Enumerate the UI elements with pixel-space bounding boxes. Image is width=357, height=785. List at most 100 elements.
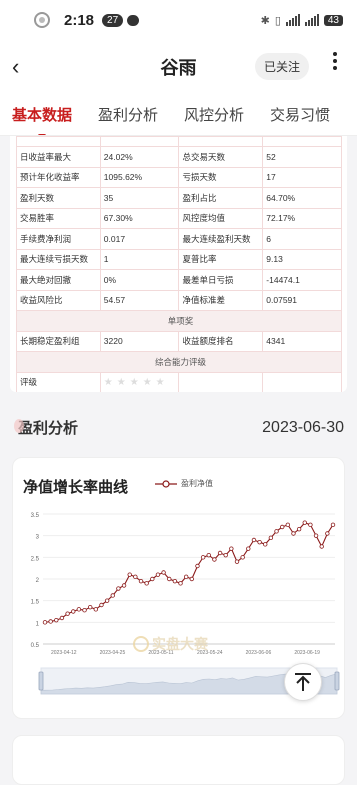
data-point (42, 620, 48, 625)
stats-card: 日收益率最大 24.02% 总交易天数 52 预计年化收益率 1095.62% 亏损天数 1… (10, 136, 347, 392)
arrow-up-icon (295, 673, 311, 691)
data-point (155, 572, 161, 577)
tab-bar: 基本数据 盈利分析 风控分析 交易习惯 (0, 94, 357, 136)
tab-basic-data[interactable]: 基本数据 (12, 104, 72, 135)
data-point (127, 572, 132, 577)
data-point (268, 535, 274, 541)
legend-label: 盈利净值 (181, 479, 213, 488)
data-point (325, 531, 330, 536)
watermark-logo-icon (133, 636, 149, 652)
data-point (172, 578, 178, 584)
x-tick-label: 2023-06-06 (246, 650, 272, 656)
table-row: 盈利天数 35 盈利占比 64.70% (16, 187, 342, 209)
data-point (65, 611, 70, 616)
stats-table: 日收益率最大 24.02% 总交易天数 52 预计年化收益率 1095.62% 亏损天数 1… (16, 136, 342, 392)
record-icon (34, 12, 50, 28)
zoom-handle-left[interactable] (38, 671, 44, 691)
chart-title: 净值增长率曲线 (23, 479, 129, 496)
notification-badge: 27 (102, 13, 124, 27)
data-point (308, 522, 313, 528)
data-point (251, 537, 257, 543)
data-point (144, 581, 149, 586)
y-tick-label: 2.5 (31, 556, 40, 562)
status-bar: 2:18 27 ✱ ▯ 43 (0, 0, 357, 40)
table-row-rating: 评级 ★★★★★ (16, 371, 342, 392)
data-point (212, 557, 217, 562)
data-point (150, 576, 155, 582)
data-point (206, 552, 211, 558)
message-icon (127, 14, 140, 26)
data-point (59, 615, 65, 621)
tab-risk-analysis[interactable]: 风控分析 (184, 104, 244, 125)
y-tick-label: 0.5 (31, 643, 40, 649)
data-point (229, 546, 234, 551)
data-point (274, 529, 279, 534)
data-point (71, 609, 76, 614)
chart-legend[interactable]: 盈利净值 (155, 478, 213, 489)
page-title: 谷雨 (160, 58, 197, 78)
y-tick-label: 1 (36, 621, 40, 627)
x-tick-label: 2023-04-12 (51, 650, 77, 656)
table-row: 预计年化收益率 1095.62% 亏损天数 17 (16, 166, 342, 188)
bluetooth-icon: ✱ (260, 14, 270, 27)
data-point (161, 570, 166, 575)
legend-line-icon (155, 479, 177, 488)
data-point (183, 574, 189, 580)
y-tick-label: 1.5 (31, 600, 40, 606)
table-row: 长期稳定盈利组 3220 收益额度排名 4341 (16, 330, 342, 352)
data-point (246, 546, 251, 551)
data-point (240, 555, 245, 560)
back-chevron-icon[interactable]: ‹ (12, 54, 19, 80)
data-point (319, 544, 324, 549)
vibrate-icon: ▯ (274, 14, 281, 27)
more-vertical-icon[interactable] (325, 52, 345, 70)
y-tick-label: 2 (36, 578, 40, 584)
table-row: 最大绝对回撤 0% 最差单日亏损 -14474.1 (16, 269, 342, 291)
data-point (167, 576, 172, 582)
y-tick-label: 3.5 (31, 513, 40, 519)
y-tick-label: 3 (36, 535, 40, 541)
data-point (223, 552, 228, 558)
data-point (234, 559, 240, 564)
data-point (93, 607, 99, 612)
data-point (296, 526, 302, 532)
rating-stars: ★★★★★ (103, 376, 169, 388)
data-point (87, 604, 93, 610)
data-point (116, 586, 121, 591)
next-card (12, 735, 345, 785)
table-row: 手续费净利润 0.017 最大连续盈利天数 6 (16, 228, 342, 250)
signal-icon-2 (304, 14, 319, 26)
tab-profit-analysis[interactable]: 盈利分析 (98, 104, 158, 125)
table-row-clipped (16, 136, 342, 147)
table-row: 收益风险比 54.57 净值标准差 0.07591 (16, 289, 342, 311)
section-header-rating: 综合能力评级 (16, 351, 342, 373)
data-point (178, 581, 183, 586)
section-header-awards: 单项奖 (16, 310, 342, 332)
data-point (82, 607, 87, 613)
tab-trading-habits[interactable]: 交易习惯 (270, 104, 330, 125)
data-point (195, 563, 200, 569)
data-point (48, 619, 53, 624)
x-tick-label: 2023-04-25 (100, 650, 126, 656)
data-point (217, 550, 223, 556)
data-point (302, 520, 307, 525)
x-tick-label: 2023-06-19 (294, 650, 320, 656)
follow-button[interactable]: 已关注 (254, 53, 309, 80)
data-point (189, 576, 195, 582)
back-to-top-button[interactable] (284, 663, 322, 701)
nav-bar: ‹ 谷雨 已关注 (0, 40, 357, 94)
data-point (330, 522, 336, 528)
zoom-handle-right[interactable] (334, 671, 340, 691)
data-point (54, 617, 59, 623)
data-point (285, 522, 291, 528)
data-point (313, 533, 319, 538)
section-date: 2023-06-30 (262, 418, 344, 436)
data-point (200, 555, 206, 560)
signal-icon (285, 14, 300, 26)
data-point (104, 598, 110, 603)
data-point (76, 607, 82, 612)
table-row: 最大连续亏损天数 1 夏普比率 9.13 (16, 248, 342, 270)
section-title: 盈利分析 (14, 417, 78, 438)
battery-indicator: 43 (323, 14, 343, 26)
data-point (110, 593, 115, 598)
